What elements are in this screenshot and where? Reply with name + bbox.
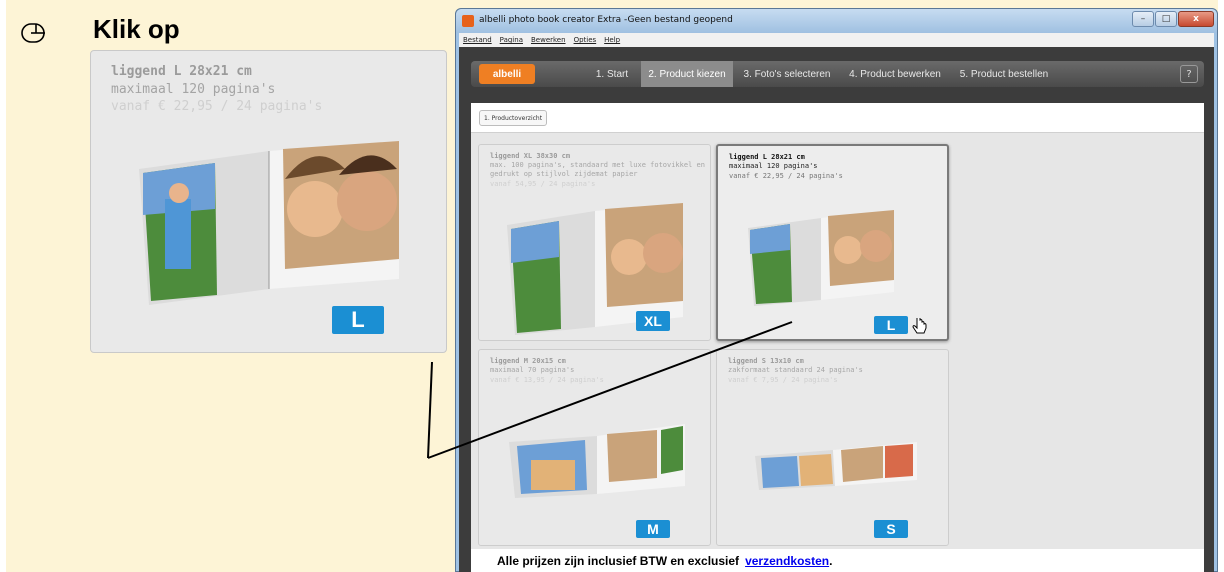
product-card-l[interactable]: liggend L 28x21 cm maximaal 120 pagina's…: [716, 144, 949, 341]
footer-period: .: [829, 554, 833, 568]
photo-book-image: [755, 442, 917, 490]
product-price: vanaf 54,95 / 24 pagina's: [490, 180, 596, 188]
albelli-logo: albelli: [479, 64, 535, 84]
step-product-bestellen[interactable]: 5. Product bestellen: [949, 61, 1059, 87]
mouse-icon: [21, 23, 45, 43]
menu-item-bestand[interactable]: Bestand: [463, 36, 492, 44]
product-overview-button[interactable]: 1. Productoverzicht: [479, 110, 548, 126]
app-client-area: albelli 1. Start 2. Product kiezen 3. Fo…: [459, 47, 1214, 572]
product-title: liggend XL 38x30 cm: [490, 152, 571, 160]
product-description: max. 100 pagina's, standaard met luxe fo…: [490, 161, 705, 178]
wizard-step-bar: albelli 1. Start 2. Product kiezen 3. Fo…: [471, 61, 1204, 87]
photo-book-image: [748, 210, 894, 306]
product-card-m[interactable]: liggend M 20x15 cm maximaal 70 pagina's …: [478, 349, 711, 546]
product-title: liggend S 13x10 cm: [728, 357, 804, 365]
product-description: maximaal 120 pagina's: [729, 162, 818, 170]
footer-text: Alle prijzen zijn inclusief BTW en exclu…: [497, 554, 740, 568]
zoom-card-subtitle: maximaal 120 pagina's: [111, 82, 276, 97]
product-price: vanaf € 13,95 / 24 pagina's: [490, 376, 604, 384]
size-badge-xl: XL: [636, 311, 670, 331]
product-description: zakformaat standaard 24 pagina's: [728, 366, 863, 374]
app-window: albelli photo book creator Extra -Geen b…: [455, 8, 1218, 572]
price-footer: Alle prijzen zijn inclusief BTW en exclu…: [471, 549, 1204, 572]
step-product-kiezen[interactable]: 2. Product kiezen: [641, 61, 733, 87]
product-title: liggend L 28x21 cm: [729, 153, 805, 161]
product-title: liggend M 20x15 cm: [490, 357, 566, 365]
product-description: maximaal 70 pagina's: [490, 366, 575, 374]
size-badge-m: M: [636, 520, 670, 538]
sub-navigation: 1. Productoverzicht: [471, 103, 1204, 133]
product-price: vanaf € 22,95 / 24 pagina's: [729, 172, 843, 180]
photo-book-image: [509, 424, 685, 498]
help-button[interactable]: ?: [1180, 65, 1198, 83]
hand-cursor-icon: [912, 318, 927, 334]
shipping-costs-link[interactable]: verzendkosten: [745, 554, 829, 568]
app-icon: [462, 15, 474, 27]
size-badge-s: S: [874, 520, 908, 538]
window-title: albelli photo book creator Extra -Geen b…: [479, 15, 733, 25]
menu-item-bewerken[interactable]: Bewerken: [531, 36, 566, 44]
menu-item-pagina[interactable]: Pagina: [500, 36, 523, 44]
size-badge-l: L: [874, 316, 908, 334]
menu-bar: Bestand Pagina Bewerken Opties Help: [459, 33, 1214, 47]
product-card-s[interactable]: liggend S 13x10 cm zakformaat standaard …: [716, 349, 949, 546]
photo-book-image: [139, 141, 399, 305]
instruction-title: Klik op: [93, 14, 180, 44]
menu-item-help[interactable]: Help: [604, 36, 620, 44]
zoom-card-price: vanaf € 22,95 / 24 pagina's: [111, 99, 323, 114]
zoom-card-title: liggend L 28x21 cm: [111, 64, 252, 79]
close-button[interactable]: x: [1178, 11, 1214, 27]
menu-item-opties[interactable]: Opties: [574, 36, 597, 44]
product-price: vanaf € 7,95 / 24 pagina's: [728, 376, 838, 384]
title-bar: albelli photo book creator Extra -Geen b…: [456, 9, 1217, 33]
zoomed-product-card: liggend L 28x21 cm maximaal 120 pagina's…: [90, 50, 447, 353]
step-fotos-selecteren[interactable]: 3. Foto's selecteren: [733, 61, 841, 87]
product-card-xl[interactable]: liggend XL 38x30 cm max. 100 pagina's, s…: [478, 144, 711, 341]
maximize-button[interactable]: □: [1155, 11, 1177, 27]
step-product-bewerken[interactable]: 4. Product bewerken: [841, 61, 949, 87]
product-content: 1. Productoverzicht liggend XL 38x30 cm …: [471, 103, 1204, 572]
minimize-button[interactable]: –: [1132, 11, 1154, 27]
step-start[interactable]: 1. Start: [583, 61, 641, 87]
size-badge-l: L: [332, 306, 384, 334]
